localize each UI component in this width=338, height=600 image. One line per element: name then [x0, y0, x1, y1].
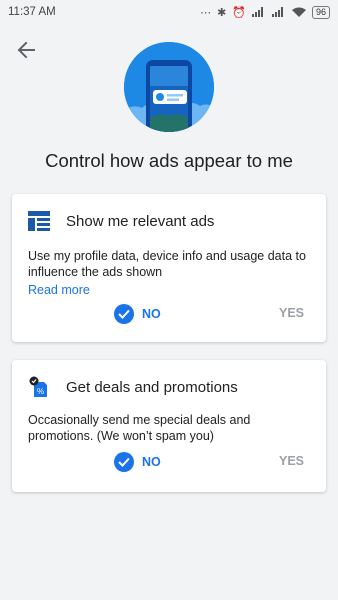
check-icon [114, 304, 134, 324]
relevant-ads-card: Show me relevant ads Use my profile data… [12, 194, 326, 342]
page-title: Control how ads appear to me [45, 150, 293, 171]
bluetooth-icon: ✱ [217, 6, 227, 19]
deals-no-label: NO [142, 455, 161, 469]
wifi-icon [291, 7, 306, 17]
relevant-ads-icon [28, 210, 50, 232]
relevant-ads-title: Show me relevant ads [66, 212, 215, 230]
back-button[interactable] [12, 36, 40, 64]
status-time: 11:37 AM [8, 6, 56, 18]
relevant-ads-yes-option[interactable]: YES [279, 306, 304, 320]
deals-header: % Get deals and promotions [28, 376, 238, 398]
deals-card: % Get deals and promotions Occasionally … [12, 360, 326, 492]
deals-tag-icon: % [28, 376, 50, 398]
relevant-ads-body: Use my profile data, device info and usa… [28, 248, 312, 298]
deals-title: Get deals and promotions [66, 378, 238, 396]
relevant-ads-no-option[interactable]: NO [114, 304, 161, 324]
battery-indicator: 96 [311, 5, 330, 19]
deals-description: Occasionally send me special deals and p… [28, 413, 251, 443]
svg-text:%: % [37, 387, 44, 396]
signal-icon-2 [271, 7, 283, 17]
relevant-ads-description: Use my profile data, device info and usa… [28, 249, 306, 279]
status-icons: ⋯ ✱ ⏰ 96 [200, 5, 330, 19]
deals-yes-option[interactable]: YES [279, 454, 304, 468]
back-arrow-icon [17, 41, 35, 59]
deals-body: Occasionally send me special deals and p… [28, 412, 312, 444]
deals-no-option[interactable]: NO [114, 452, 161, 472]
relevant-ads-header: Show me relevant ads [28, 210, 214, 232]
status-bar: 11:37 AM ⋯ ✱ ⏰ 96 [0, 0, 338, 24]
hero-illustration [124, 42, 214, 132]
signal-icon [251, 7, 263, 17]
read-more-link[interactable]: Read more [28, 282, 312, 298]
more-icon: ⋯ [200, 6, 212, 19]
phone-illustration [124, 42, 214, 132]
check-icon [114, 452, 134, 472]
relevant-ads-no-label: NO [142, 307, 161, 321]
alarm-icon: ⏰ [232, 6, 246, 19]
